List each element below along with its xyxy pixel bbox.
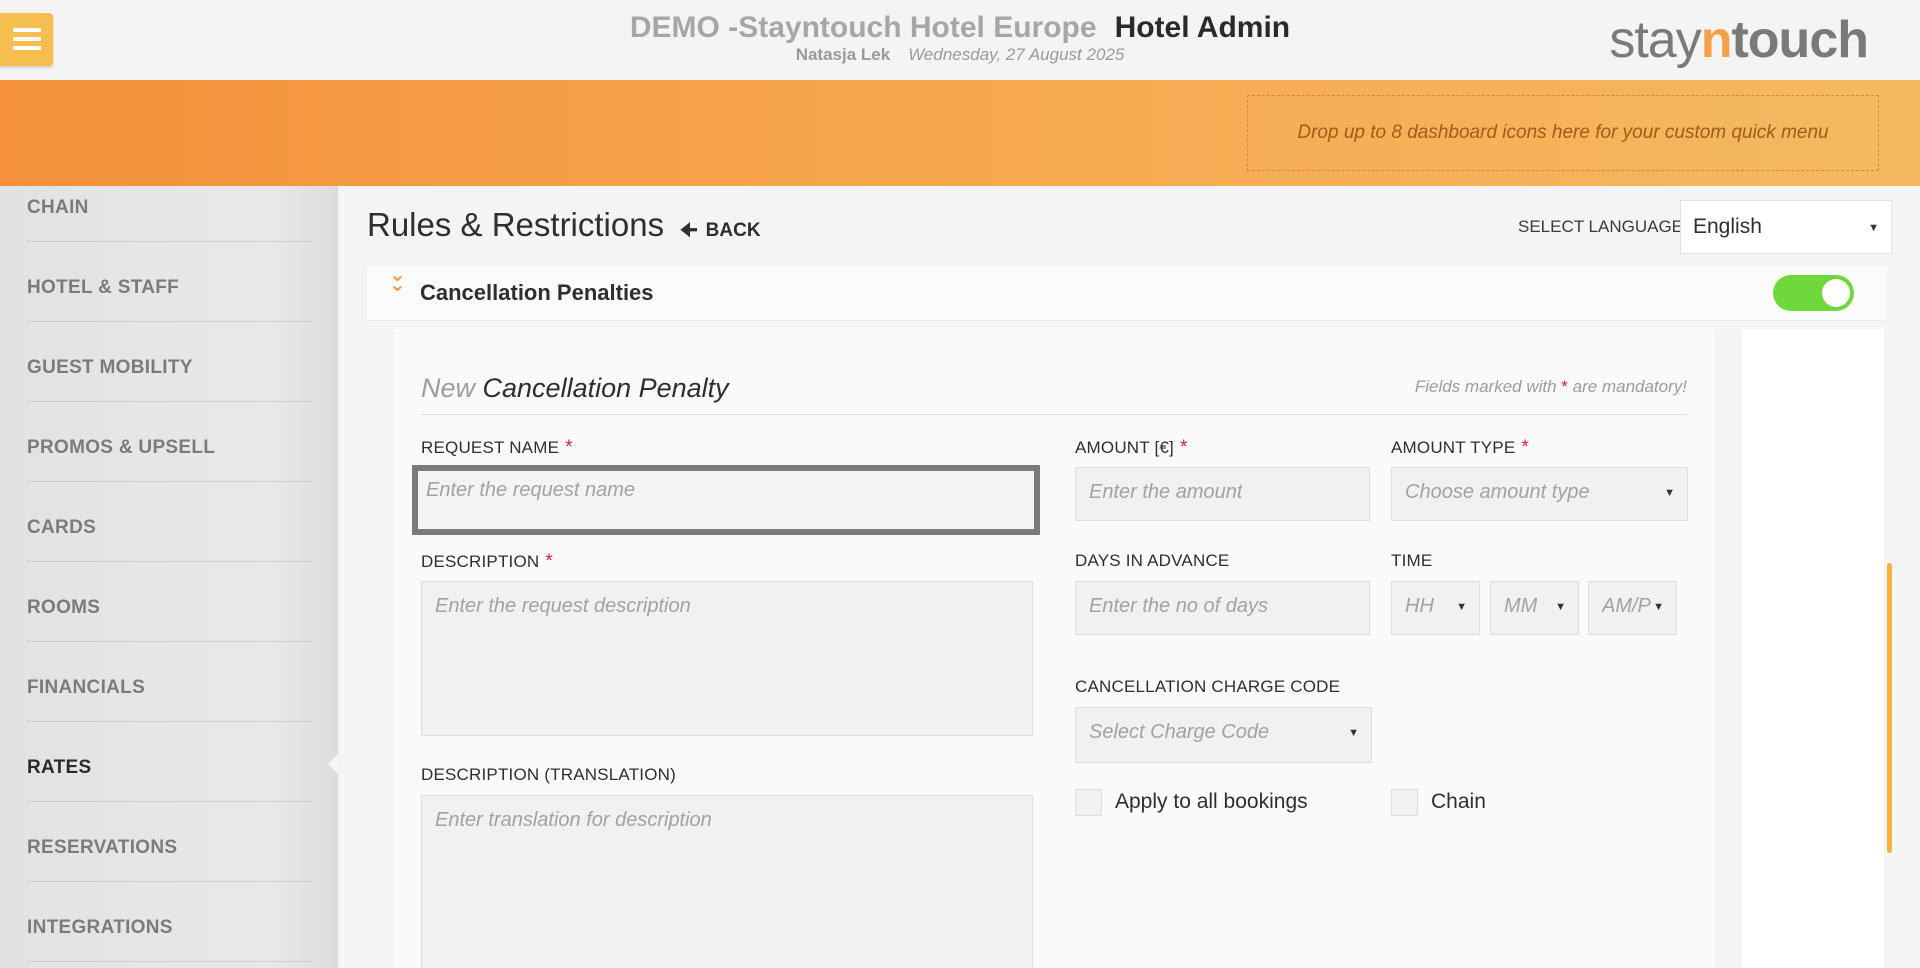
main-content: Rules & Restrictions 🠈 BACK SELECT LANGUA… bbox=[340, 186, 1920, 968]
amount-type-placeholder: Choose amount type bbox=[1405, 481, 1590, 503]
caret-down-icon: ▼ bbox=[1456, 601, 1467, 613]
time-ampm-select[interactable]: AM/P ▼ bbox=[1588, 581, 1677, 635]
sidebar-nav: CHAIN HOTEL & STAFF GUEST MOBILITY PROMO… bbox=[0, 186, 338, 968]
mandatory-fields-note: Fields marked with * are mandatory! bbox=[1414, 377, 1687, 396]
caret-down-icon: ▼ bbox=[1653, 601, 1664, 613]
description-translation-label: DESCRIPTION (TRANSLATION) bbox=[421, 765, 676, 784]
quick-menu-band: Drop up to 8 dashboard icons here for yo… bbox=[0, 80, 1920, 186]
page-title: Rules & Restrictions bbox=[367, 206, 665, 243]
ampm-placeholder: AM/P bbox=[1602, 595, 1651, 617]
caret-down-icon: ▼ bbox=[1348, 727, 1359, 739]
form-divider bbox=[421, 414, 1687, 415]
description-placeholder: Enter the request description bbox=[435, 595, 691, 617]
time-hour-select[interactable]: HH ▼ bbox=[1391, 581, 1480, 635]
language-select[interactable]: English ▼ bbox=[1680, 200, 1892, 254]
hamburger-icon-line bbox=[13, 46, 41, 50]
request-name-input[interactable]: Enter the request name bbox=[412, 465, 1040, 535]
back-label: BACK bbox=[705, 220, 761, 241]
description-translation-placeholder: Enter translation for description bbox=[435, 809, 712, 831]
sidebar-item-reservations[interactable]: RESERVATIONS bbox=[27, 802, 313, 882]
days-in-advance-label: DAYS IN ADVANCE bbox=[1075, 551, 1230, 570]
sidebar-item-label: ROOMS bbox=[27, 597, 101, 618]
sidebar-item-integrations[interactable]: INTEGRATIONS bbox=[27, 882, 313, 962]
minute-placeholder: MM bbox=[1504, 595, 1538, 617]
cancellation-charge-code-label: CANCELLATION CHARGE CODE bbox=[1075, 677, 1341, 696]
hour-placeholder: HH bbox=[1405, 595, 1434, 617]
business-date: Wednesday, 27 August 2025 bbox=[908, 45, 1125, 64]
caret-down-icon: ▼ bbox=[1868, 222, 1879, 234]
sidebar-item-hotel-staff[interactable]: HOTEL & STAFF bbox=[27, 242, 313, 322]
hamburger-icon-line bbox=[13, 37, 41, 41]
double-chevron-down-icon: ⌄ ⌄ bbox=[389, 264, 406, 296]
caret-down-icon: ▼ bbox=[1664, 487, 1675, 499]
new-cancellation-penalty-form: New Cancellation Penalty Fields marked w… bbox=[394, 329, 1714, 968]
sidebar-item-rates[interactable]: RATES bbox=[27, 722, 313, 802]
quick-menu-hint: Drop up to 8 dashboard icons here for yo… bbox=[1297, 122, 1829, 143]
request-name-placeholder: Enter the request name bbox=[426, 479, 636, 501]
charge-code-placeholder: Select Charge Code bbox=[1089, 721, 1270, 743]
hamburger-menu-button[interactable] bbox=[0, 13, 53, 66]
amount-placeholder: Enter the amount bbox=[1089, 481, 1243, 503]
time-label: TIME bbox=[1391, 551, 1433, 570]
hamburger-icon bbox=[13, 28, 41, 32]
cancellation-penalties-section-header[interactable]: ⌄ ⌄ Cancellation Penalties bbox=[367, 264, 1887, 321]
form-heading: New Cancellation Penalty bbox=[421, 373, 729, 404]
right-side-panel bbox=[1742, 329, 1884, 968]
apply-to-all-bookings-checkbox[interactable] bbox=[1075, 789, 1102, 816]
sidebar-item-chain[interactable]: CHAIN bbox=[27, 186, 313, 242]
sidebar-item-promos-upsell[interactable]: PROMOS & UPSELL bbox=[27, 402, 313, 482]
toggle-knob bbox=[1822, 279, 1850, 307]
language-value: English bbox=[1693, 215, 1762, 238]
apply-to-all-bookings-label[interactable]: Apply to all bookings bbox=[1115, 790, 1308, 814]
chain-label[interactable]: Chain bbox=[1431, 790, 1486, 814]
request-name-label: REQUEST NAME * bbox=[421, 437, 573, 458]
sidebar-item-cards[interactable]: CARDS bbox=[27, 482, 313, 562]
description-label: DESCRIPTION * bbox=[421, 551, 553, 572]
amount-type-select[interactable]: Choose amount type ▼ bbox=[1391, 467, 1688, 521]
sidebar-item-label: CARDS bbox=[27, 517, 97, 538]
select-language-label: SELECT LANGUAGE bbox=[1518, 217, 1684, 236]
amount-type-label: AMOUNT TYPE * bbox=[1391, 437, 1529, 458]
app-section-title: Hotel Admin bbox=[1114, 11, 1291, 44]
sidebar-item-label: CHAIN bbox=[27, 197, 89, 218]
section-title: Cancellation Penalties bbox=[420, 280, 654, 305]
sidebar-item-guest-mobility[interactable]: GUEST MOBILITY bbox=[27, 322, 313, 402]
chain-checkbox[interactable] bbox=[1391, 789, 1418, 816]
sidebar-item-label: GUEST MOBILITY bbox=[27, 357, 193, 378]
section-enabled-toggle[interactable] bbox=[1773, 275, 1854, 311]
caret-down-icon: ▼ bbox=[1555, 601, 1566, 613]
stayntouch-logo: stayntouch bbox=[1609, 11, 1869, 69]
header-subtitle: Natasja Lek Wednesday, 27 August 2025 bbox=[520, 45, 1400, 65]
description-textarea[interactable]: Enter the request description bbox=[421, 581, 1033, 736]
header-center: DEMO -Stayntouch Hotel Europe Hotel Admin… bbox=[520, 10, 1400, 65]
arrow-left-icon: 🠈 bbox=[680, 220, 698, 241]
form-heading-new: New bbox=[421, 373, 476, 403]
description-translation-textarea[interactable]: Enter translation for description bbox=[421, 795, 1033, 968]
active-item-pointer bbox=[328, 751, 338, 777]
time-minute-select[interactable]: MM ▼ bbox=[1490, 581, 1579, 635]
amount-label: AMOUNT [€] * bbox=[1075, 437, 1188, 458]
user-name: Natasja Lek bbox=[795, 45, 891, 64]
app-header: DEMO -Stayntouch Hotel Europe Hotel Admin… bbox=[0, 0, 1920, 80]
sidebar-item-label: RESERVATIONS bbox=[27, 837, 178, 858]
scrollbar-thumb[interactable] bbox=[1887, 563, 1892, 853]
hotel-name: DEMO -Stayntouch Hotel Europe bbox=[629, 11, 1097, 44]
charge-code-select[interactable]: Select Charge Code ▼ bbox=[1075, 707, 1372, 763]
sidebar-item-label: RATES bbox=[27, 757, 92, 778]
sidebar-item-label: HOTEL & STAFF bbox=[27, 277, 180, 298]
sidebar-item-label: PROMOS & UPSELL bbox=[27, 437, 216, 458]
sidebar-item-rooms[interactable]: ROOMS bbox=[27, 562, 313, 642]
back-button[interactable]: 🠈 BACK bbox=[680, 216, 761, 248]
days-placeholder: Enter the no of days bbox=[1089, 595, 1269, 617]
days-in-advance-input[interactable]: Enter the no of days bbox=[1075, 581, 1370, 635]
sidebar-item-label: FINANCIALS bbox=[27, 677, 146, 698]
sidebar-item-label: INTEGRATIONS bbox=[27, 917, 173, 938]
form-heading-title: Cancellation Penalty bbox=[482, 373, 729, 403]
sidebar-item-financials[interactable]: FINANCIALS bbox=[27, 642, 313, 722]
quick-menu-dropzone[interactable]: Drop up to 8 dashboard icons here for yo… bbox=[1247, 95, 1879, 171]
amount-input[interactable]: Enter the amount bbox=[1075, 467, 1370, 521]
header-title: DEMO -Stayntouch Hotel Europe Hotel Admin bbox=[520, 10, 1400, 46]
